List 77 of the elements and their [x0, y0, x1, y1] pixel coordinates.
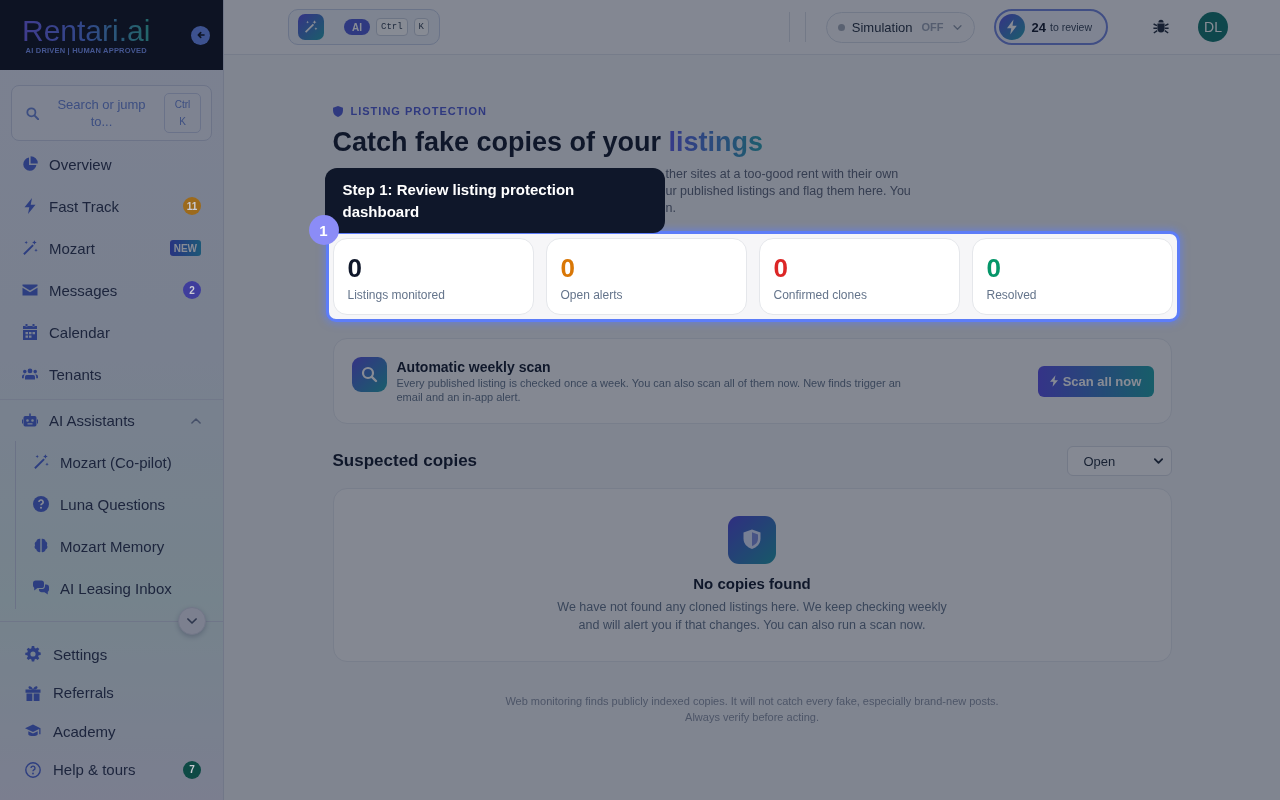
- review-label: to review: [1050, 21, 1092, 33]
- sidebar-item[interactable]: Overview: [0, 143, 223, 185]
- sidebar-item[interactable]: Mozart (Co-pilot): [16, 441, 223, 483]
- page-title: Catch fake copies of your listings: [332, 126, 765, 159]
- magic-wand-icon: [22, 240, 38, 256]
- empty-state-text: We have not found any cloned listings here. We keep checking weekly and will alert you if that changes. You can also run a scan now.: [556, 599, 948, 634]
- scan-all-button[interactable]: Scan all now: [1037, 365, 1154, 397]
- status-filter-select[interactable]: Open: [1066, 446, 1172, 476]
- count-badge: 7: [183, 760, 201, 779]
- sidebar-item[interactable]: Mozart NEW: [0, 227, 223, 269]
- stat-value: 0: [560, 252, 576, 284]
- settings-icon: [25, 646, 41, 663]
- stat-label: Resolved: [986, 287, 1038, 303]
- chat-bubbles-icon: [33, 580, 49, 596]
- sidebar-item[interactable]: Academy: [0, 712, 223, 751]
- shield-icon: [728, 516, 776, 564]
- collapse-sidebar-button[interactable]: [191, 25, 210, 45]
- lightning-icon: [22, 198, 38, 214]
- review-count: 24: [1031, 19, 1046, 35]
- ai-command-button[interactable]: AI Ctrl K: [288, 9, 440, 45]
- sidebar-item[interactable]: Fast Track 11: [0, 185, 223, 227]
- envelope-icon: [22, 282, 38, 298]
- scroll-down-button[interactable]: [178, 607, 206, 635]
- shortcut-key: Ctrl K: [164, 93, 201, 133]
- section-heading: Suspected copies: [332, 451, 478, 471]
- brain-icon: [33, 538, 49, 554]
- sidebar-item[interactable]: Tenants: [0, 353, 223, 395]
- sidebar-item[interactable]: Calendar: [0, 311, 223, 353]
- empty-state-title: No copies found: [693, 574, 811, 594]
- chevron-down-icon: [952, 24, 962, 30]
- stat-label: Confirmed clones: [773, 287, 868, 303]
- chevron-down-icon: [1153, 458, 1163, 464]
- review-button[interactable]: 24 to review: [993, 9, 1108, 45]
- ai-tag: AI: [344, 19, 370, 35]
- magic-wand-icon: [33, 454, 49, 470]
- magic-wand-icon: [298, 14, 324, 40]
- stat-label: Listings monitored: [347, 287, 446, 303]
- lightning-icon: [998, 14, 1025, 40]
- help-icon: [25, 761, 41, 778]
- scan-description: Every published listing is checked once a week. You can also scan all of them now. New finds trigger an email and an in-app alert.: [396, 376, 902, 404]
- shortcut-key: Ctrl: [376, 18, 408, 36]
- scan-title: Automatic weekly scan: [396, 358, 552, 376]
- gift-icon: [25, 684, 41, 701]
- stat-label: Open alerts: [560, 287, 624, 303]
- search-icon: [351, 357, 387, 392]
- count-badge: 11: [183, 197, 201, 215]
- people-icon: [22, 366, 38, 382]
- question-icon: [33, 496, 49, 512]
- pie-chart-icon: [22, 156, 38, 172]
- sidebar-item[interactable]: Referrals: [0, 673, 223, 712]
- simulation-label: Simulation: [851, 19, 913, 35]
- chevron-down-icon: [187, 618, 197, 624]
- sidebar-group-item[interactable]: AI Assistants: [0, 399, 223, 441]
- sidebar-item[interactable]: AI Leasing Inbox: [16, 567, 223, 609]
- stat-value: 0: [347, 252, 363, 284]
- count-badge: 2: [183, 281, 201, 299]
- search-icon: [26, 106, 39, 120]
- stat-value: 0: [773, 252, 789, 284]
- sidebar-item[interactable]: Settings: [0, 635, 223, 674]
- shortcut-key: K: [413, 18, 429, 36]
- sidebar-item[interactable]: Luna Questions: [16, 483, 223, 525]
- tour-tooltip: Step 1: Review listing protection dashboard: [324, 168, 665, 233]
- shield-icon: [332, 105, 343, 117]
- sidebar-item[interactable]: Messages 2: [0, 269, 223, 311]
- user-avatar[interactable]: DL: [1198, 12, 1228, 42]
- calendar-icon: [22, 324, 38, 340]
- robot-icon: [22, 412, 38, 429]
- description-text: ther sites at a too-good rent with their own ur published listings and flag them here. You n.: [665, 166, 911, 217]
- lightning-icon: [1049, 375, 1058, 387]
- new-tag: NEW: [169, 240, 201, 256]
- stat-value: 0: [986, 252, 1002, 284]
- bug-icon[interactable]: [1153, 19, 1169, 35]
- sidebar-item[interactable]: Help & tours 7: [0, 750, 223, 789]
- sidebar-item[interactable]: Mozart Memory: [16, 525, 223, 567]
- section-eyebrow: LISTING PROTECTION: [350, 105, 488, 117]
- search-field[interactable]: Search or jump to... Ctrl K: [11, 85, 212, 141]
- step-badge: 1: [308, 215, 339, 245]
